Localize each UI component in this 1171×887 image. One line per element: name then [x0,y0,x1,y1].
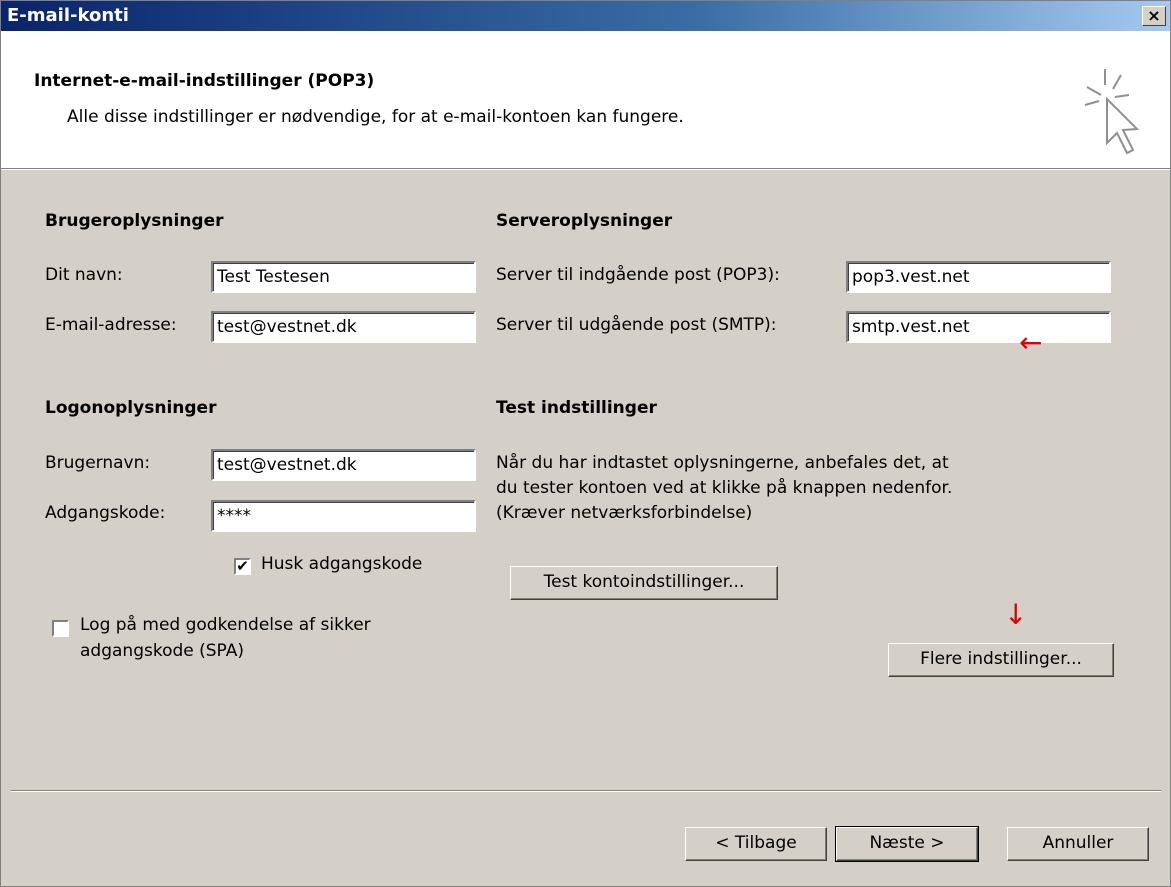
password-label: Adgangskode: [45,503,166,523]
spa-label-line1: Log på med godkendelse af sikker [80,615,371,635]
name-field[interactable]: Test Testesen [211,261,476,293]
password-field[interactable]: **** [211,500,476,532]
username-label: Brugernavn: [45,453,151,473]
outgoing-server-field[interactable]: smtp.vest.net [846,311,1111,343]
cancel-button[interactable]: Annuller [1007,827,1149,861]
down-arrow-annotation: ↓ [1004,598,1028,631]
next-button[interactable]: Næste > [835,826,979,862]
title-bar: E-mail-konti × [1,1,1170,31]
close-button[interactable]: × [1142,6,1166,26]
footer-divider [11,790,1161,792]
remember-password-label: Husk adgangskode [261,554,423,574]
test-desc-line2: du tester kontoen ved at klikke på knapp… [496,478,953,498]
test-account-settings-button[interactable]: Test kontoindstillinger... [510,566,778,600]
email-label: E-mail-adresse: [45,315,177,335]
username-field[interactable]: test@vestnet.dk [211,449,476,481]
more-settings-button[interactable]: Flere indstillinger... [888,643,1114,677]
page-title: Internet-e-mail-indstillinger (POP3) [34,71,375,91]
outgoing-server-label: Server til udgående post (SMTP): [496,315,777,335]
wizard-header: Internet-e-mail-indstillinger (POP3) All… [1,31,1170,169]
logon-info-heading: Logonoplysninger [45,398,217,418]
email-accounts-dialog: E-mail-konti × Internet-e-mail-indstilli… [0,0,1171,887]
test-desc-line3: (Kræver netværksforbindelse) [496,503,753,523]
page-subtitle: Alle disse indstillinger er nødvendige, … [67,107,684,127]
remember-password-checkbox[interactable]: ✔ [234,558,251,575]
server-info-heading: Serveroplysninger [496,211,673,231]
test-desc-line1: Når du har indtastet oplysningerne, anbe… [496,453,949,473]
user-info-heading: Brugeroplysninger [45,211,224,231]
spa-checkbox[interactable] [52,620,69,637]
incoming-server-label: Server til indgående post (POP3): [496,265,780,285]
name-label: Dit navn: [45,265,123,285]
email-field[interactable]: test@vestnet.dk [211,311,476,343]
spa-label-line2: adgangskode (SPA) [80,641,244,661]
test-settings-heading: Test indstillinger [496,398,657,418]
window-title: E-mail-konti [7,5,129,26]
wizard-cursor-icon [1084,69,1140,155]
back-button[interactable]: < Tilbage [685,827,827,861]
incoming-server-field[interactable]: pop3.vest.net [846,261,1111,293]
left-arrow-annotation: ← [1019,326,1043,359]
